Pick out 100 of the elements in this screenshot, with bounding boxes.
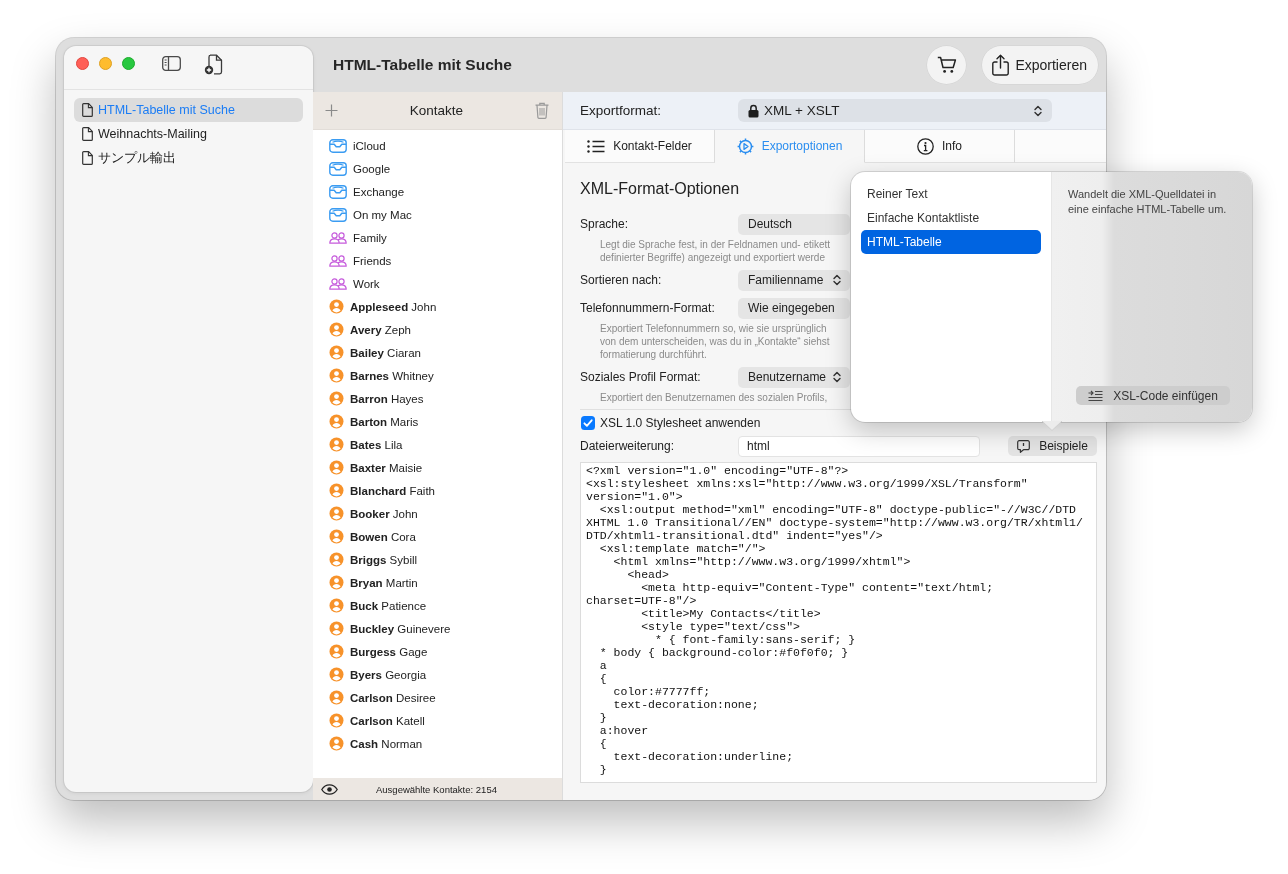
contact-item[interactable]: Blanchard Faith	[329, 479, 562, 502]
contact-item[interactable]: Bates Lila	[329, 433, 562, 456]
contact-item[interactable]: Avery Zeph	[329, 318, 562, 341]
person-icon	[329, 299, 344, 314]
sidebar-toggle-icon[interactable]	[162, 56, 181, 71]
example-description: Wandelt die XML-Quelldatei in eine einfache HTML-Tabelle um.	[1068, 187, 1228, 217]
tray-icon	[329, 161, 347, 176]
lock-icon	[748, 103, 759, 118]
speech-bubble-icon	[1017, 439, 1031, 453]
person-icon	[329, 368, 344, 383]
people-icon	[329, 231, 347, 244]
window-close-button[interactable]	[76, 57, 89, 70]
option-description: Exportiert Telefonnummern so, wie sie ursprünglich von dem unterscheiden, was du in „Kontakte“ siehst formatierung durchführt.	[600, 322, 830, 361]
option-select[interactable]: Wie eingegeben	[738, 297, 850, 319]
window-title: HTML-Tabelle mit Suche	[333, 56, 512, 74]
export-button[interactable]: Exportieren	[982, 46, 1098, 84]
group-item[interactable]: Family	[329, 226, 562, 249]
tray-icon	[329, 207, 347, 222]
person-icon	[329, 575, 344, 590]
updown-chevron-icon	[1034, 104, 1042, 117]
export-format-select[interactable]: XML + XSLT	[738, 99, 1052, 122]
contact-item[interactable]: Carlson Desiree	[329, 686, 562, 709]
info-icon	[917, 137, 934, 155]
contact-item[interactable]: Bowen Cora	[329, 525, 562, 548]
contact-item[interactable]: Bailey Ciaran	[329, 341, 562, 364]
gear-play-icon	[736, 137, 754, 155]
contact-item[interactable]: Burgess Gage	[329, 640, 562, 663]
example-item[interactable]: HTML-Tabelle	[861, 230, 1041, 254]
account-item[interactable]: Google	[329, 157, 562, 180]
insert-lines-icon	[1088, 389, 1104, 402]
updown-chevron-icon	[833, 274, 841, 286]
person-icon	[329, 391, 344, 406]
window-minimize-button[interactable]	[99, 57, 112, 70]
example-item[interactable]: Reiner Text	[861, 182, 1041, 206]
option-label: Telefonnummern-Format:	[580, 301, 716, 315]
group-item[interactable]: Friends	[329, 249, 562, 272]
option-select[interactable]: Familienname	[738, 269, 850, 291]
contact-item[interactable]: Appleseed John	[329, 295, 562, 318]
people-icon	[329, 254, 347, 267]
share-icon	[992, 54, 1010, 76]
document-icon	[82, 103, 93, 117]
contact-item[interactable]: Buck Patience	[329, 594, 562, 617]
section-heading: XML-Format-Optionen	[580, 179, 740, 199]
insert-code-button[interactable]: XSL-Code einfügen	[1076, 386, 1230, 405]
option-select[interactable]: Benutzername	[738, 366, 850, 388]
contact-item[interactable]: Bryan Martin	[329, 571, 562, 594]
group-item[interactable]: Work	[329, 272, 562, 295]
person-icon	[329, 414, 344, 429]
person-icon	[329, 598, 344, 613]
account-item[interactable]: On my Mac	[329, 203, 562, 226]
account-item[interactable]: Exchange	[329, 180, 562, 203]
tray-icon	[329, 184, 347, 199]
contacts-title: Kontakte	[409, 103, 464, 118]
person-icon	[329, 483, 344, 498]
person-icon	[329, 644, 344, 659]
trash-icon[interactable]	[535, 102, 549, 119]
account-item[interactable]: iCloud	[329, 134, 562, 157]
list-icon	[587, 139, 606, 153]
contact-item[interactable]: Briggs Sybill	[329, 548, 562, 571]
person-icon	[329, 345, 344, 360]
checkbox[interactable]	[581, 416, 595, 430]
option-select[interactable]: Deutsch	[738, 213, 850, 235]
option-description: Exportiert den Benutzernamen des sozialen Profils,	[600, 391, 828, 404]
contact-item[interactable]: Barton Maris	[329, 410, 562, 433]
person-icon	[329, 437, 344, 452]
cart-button[interactable]	[927, 46, 967, 84]
tray-icon	[329, 138, 347, 153]
contact-item[interactable]: Byers Georgia	[329, 663, 562, 686]
eye-icon[interactable]	[321, 783, 338, 795]
contact-item[interactable]: Baxter Maisie	[329, 456, 562, 479]
contact-item[interactable]: Barnes Whitney	[329, 364, 562, 387]
example-item[interactable]: Einfache Kontaktliste	[861, 206, 1041, 230]
tab[interactable]: Kontakt-Felder	[565, 130, 715, 163]
person-icon	[329, 690, 344, 705]
contact-item[interactable]: Cash Norman	[329, 732, 562, 755]
window-zoom-button[interactable]	[122, 57, 135, 70]
examples-button[interactable]: Beispiele	[1008, 436, 1097, 456]
tab[interactable]: Info	[865, 130, 1015, 163]
contact-item[interactable]: Buckley Guinevere	[329, 617, 562, 640]
person-icon	[329, 529, 344, 544]
sidebar-item[interactable]: Weihnachts-Mailing	[74, 122, 303, 146]
contact-item[interactable]: Barron Hayes	[329, 387, 562, 410]
contact-item[interactable]: Booker John	[329, 502, 562, 525]
new-document-icon[interactable]	[204, 54, 223, 75]
people-icon	[329, 277, 347, 290]
code-editor[interactable]: <?xml version="1.0" encoding="UTF-8"?> <xsl:stylesheet xmlns:xsl="http://www.w3.org/1999/XSL/Transform" version="1.0"> <xsl:output method="xml" encoding="UTF-8" doctype-public="-//W3C//DTD XHTML 1.0 Transitional//EN" doctype-system="http://www.w3.org/TR/xhtml1/ DTD/xhtml1-transitional.dtd" indent="yes"/> <xsl:template match="/"> <html xmlns="http://www.w3.org/1999/xhtml"> <head> <meta http-equiv="Content-Type" content="text/html; charset=UTF-8"/> <title>My Contacts</title> <style type="text/css"> * { font-family:sans-serif; } * body { background-color:#f0f0f0; } a { color:#7777ff; text-decoration:none; } a:hover { text-decoration:underline; }	[580, 462, 1097, 783]
extension-field[interactable]: html	[738, 435, 980, 457]
option-label: Sortieren nach:	[580, 273, 663, 287]
person-icon	[329, 552, 344, 567]
document-icon	[82, 151, 93, 165]
option-label: Sprache:	[580, 217, 630, 231]
sidebar-item[interactable]: サンプル輸出	[74, 146, 303, 170]
person-icon	[329, 713, 344, 728]
selection-count-label: Ausgewählte Kontakte: 2154	[376, 783, 497, 795]
person-icon	[329, 322, 344, 337]
person-icon	[329, 736, 344, 751]
contact-item[interactable]: Carlson Katell	[329, 709, 562, 732]
add-icon[interactable]	[325, 104, 338, 117]
person-icon	[329, 460, 344, 475]
export-format-label: Exportformat:	[580, 103, 663, 118]
